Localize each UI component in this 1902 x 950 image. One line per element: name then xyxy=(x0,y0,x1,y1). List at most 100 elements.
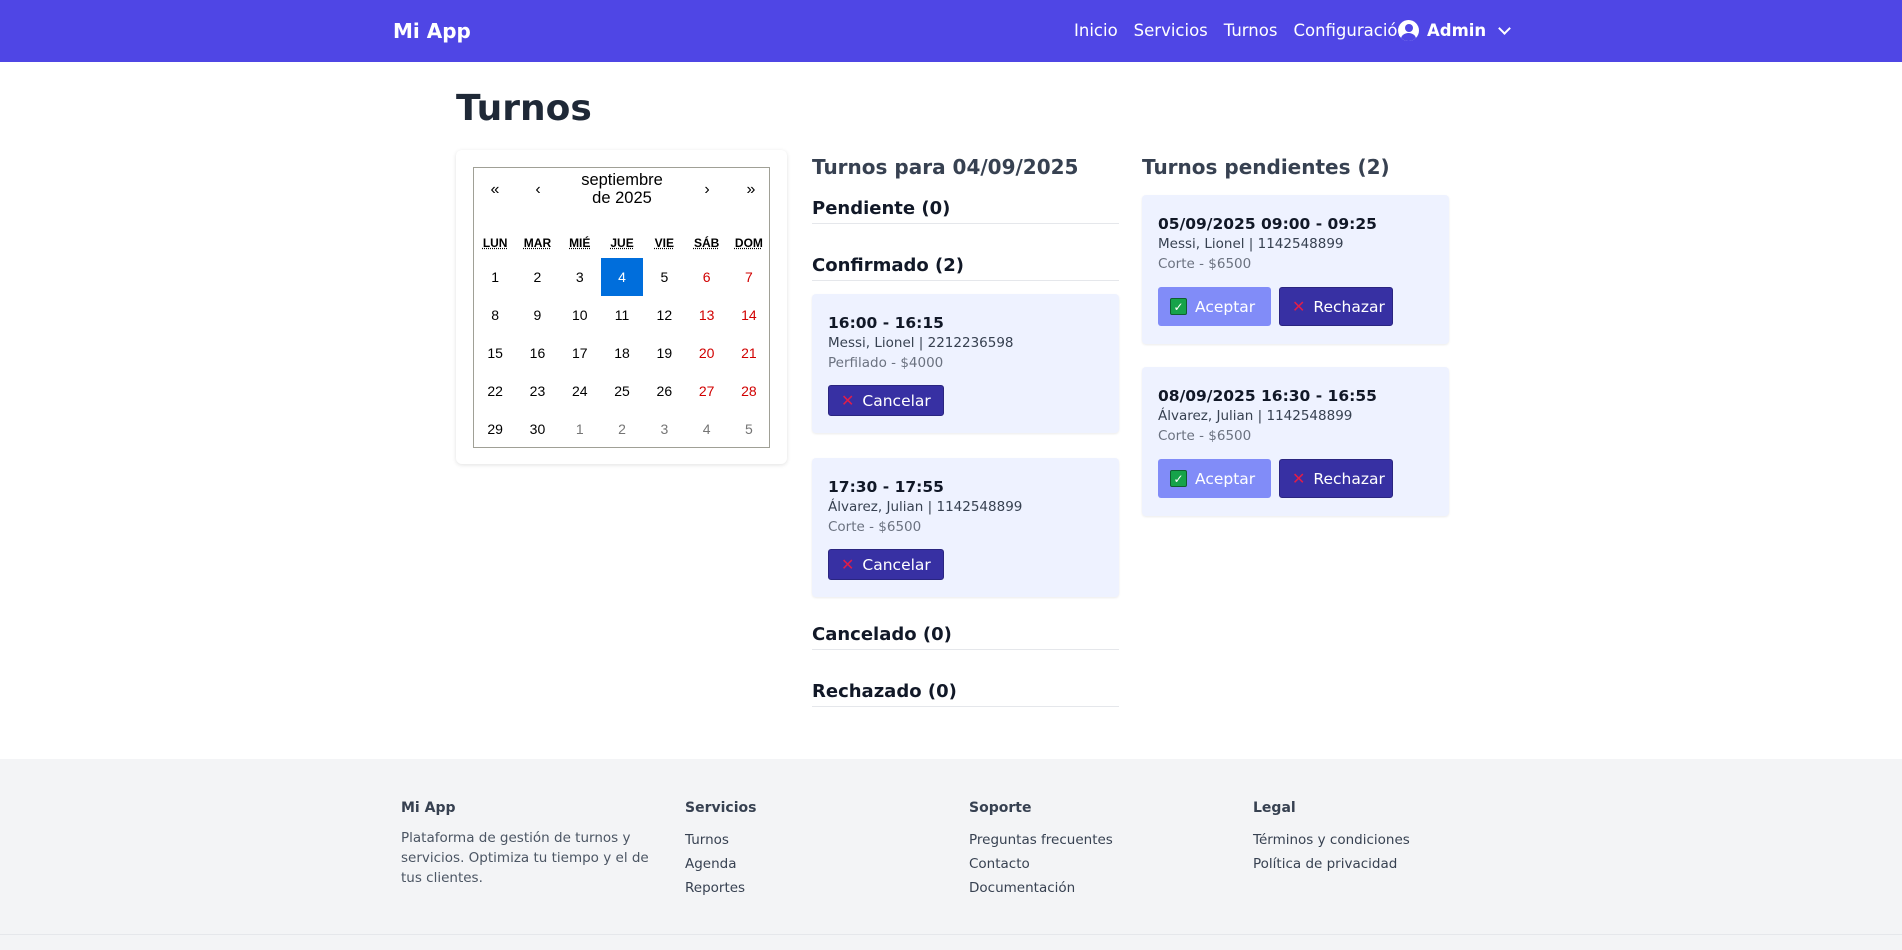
x-mark-icon: ✕ xyxy=(841,390,855,410)
calendar-days: 1 2 3 4 5 6 7 8 9 10 11 12 13 14 15 16 1… xyxy=(474,258,769,448)
footer-services: Servicios Turnos Agenda Reportes xyxy=(685,800,756,900)
calendar-day[interactable]: 2 xyxy=(516,258,558,296)
appointment-service: Corte - $6500 xyxy=(1158,256,1252,272)
calendar-day[interactable]: 16 xyxy=(516,334,558,372)
cancel-button[interactable]: ✕ Cancelar xyxy=(828,549,944,580)
footer-link-documentacion[interactable]: Documentación xyxy=(969,876,1113,900)
calendar-day[interactable]: 28 xyxy=(728,372,770,410)
calendar-day[interactable]: 9 xyxy=(516,296,558,334)
footer-about: Mi App Plataforma de gestión de turnos y… xyxy=(401,800,651,888)
calendar-day[interactable]: 23 xyxy=(516,372,558,410)
appointment-service: Corte - $6500 xyxy=(828,519,922,535)
footer-link-privacidad[interactable]: Política de privacidad xyxy=(1253,852,1410,876)
cancel-button[interactable]: ✕ Cancelar xyxy=(828,385,944,416)
reject-button-label: Rechazar xyxy=(1313,297,1385,316)
next-month-button[interactable]: › xyxy=(692,176,722,204)
section-rejected: Rechazado (0) xyxy=(812,681,1119,707)
accept-button[interactable]: ✓ Aceptar xyxy=(1158,287,1271,326)
appointment-time: 08/09/2025 16:30 - 16:55 xyxy=(1158,387,1377,405)
calendar-day[interactable]: 1 xyxy=(474,258,516,296)
calendar-day-next-month[interactable]: 4 xyxy=(685,410,727,448)
calendar-day[interactable]: 17 xyxy=(559,334,601,372)
footer-link-faq[interactable]: Preguntas frecuentes xyxy=(969,828,1113,852)
calendar-card: « ‹ septiembre de 2025 › » LUN MAR MIÉ J… xyxy=(456,150,787,464)
calendar-day[interactable]: 19 xyxy=(643,334,685,372)
calendar-day-next-month[interactable]: 3 xyxy=(643,410,685,448)
x-mark-icon: ✕ xyxy=(1292,468,1306,488)
calendar-day[interactable]: 29 xyxy=(474,410,516,448)
user-name: Admin xyxy=(1427,21,1487,40)
calendar-day[interactable]: 21 xyxy=(728,334,770,372)
calendar-day[interactable]: 24 xyxy=(559,372,601,410)
check-mark-icon: ✓ xyxy=(1170,470,1187,487)
calendar-day[interactable]: 30 xyxy=(516,410,558,448)
next-year-button[interactable]: » xyxy=(736,176,766,204)
page-title: Turnos xyxy=(456,88,592,129)
calendar-day[interactable]: 27 xyxy=(685,372,727,410)
footer-link-contacto[interactable]: Contacto xyxy=(969,852,1113,876)
calendar-day[interactable]: 13 xyxy=(685,296,727,334)
calendar-day[interactable]: 8 xyxy=(474,296,516,334)
footer-link-terminos[interactable]: Términos y condiciones xyxy=(1253,828,1410,852)
pending-appointment-card: 08/09/2025 16:30 - 16:55 Álvarez, Julian… xyxy=(1142,367,1449,516)
nav-link-inicio[interactable]: Inicio xyxy=(1074,21,1118,40)
appointment-card: 16:00 - 16:15 Messi, Lionel | 2212236598… xyxy=(812,294,1119,433)
calendar-weekdays: LUN MAR MIÉ JUE VIE SÁB DOM xyxy=(474,236,769,250)
reject-button[interactable]: ✕ Rechazar xyxy=(1279,287,1393,326)
page-footer xyxy=(0,759,1902,950)
weekday-label: DOM xyxy=(734,236,763,250)
weekday-label: MIÉ xyxy=(569,236,591,250)
calendar-day[interactable]: 15 xyxy=(474,334,516,372)
nav-link-servicios[interactable]: Servicios xyxy=(1134,21,1208,40)
calendar-navigation: « ‹ septiembre de 2025 › » xyxy=(474,168,769,212)
calendar: « ‹ septiembre de 2025 › » LUN MAR MIÉ J… xyxy=(473,167,770,448)
appointment-client: Messi, Lionel | 2212236598 xyxy=(828,335,1014,351)
brand-logo[interactable]: Mi App xyxy=(393,19,471,43)
calendar-day[interactable]: 5 xyxy=(643,258,685,296)
section-cancelled: Cancelado (0) xyxy=(812,624,1119,650)
nav-link-configuracion[interactable]: Configuración xyxy=(1293,21,1408,40)
reject-button[interactable]: ✕ Rechazar xyxy=(1279,459,1393,498)
calendar-day[interactable]: 25 xyxy=(601,372,643,410)
user-menu-button[interactable]: Admin xyxy=(1398,20,1512,41)
calendar-day[interactable]: 6 xyxy=(685,258,727,296)
calendar-day[interactable]: 10 xyxy=(559,296,601,334)
section-pending: Pendiente (0) xyxy=(812,198,1119,224)
footer-link-turnos[interactable]: Turnos xyxy=(685,828,756,852)
calendar-day[interactable]: 12 xyxy=(643,296,685,334)
calendar-day-next-month[interactable]: 1 xyxy=(559,410,601,448)
calendar-day[interactable]: 11 xyxy=(601,296,643,334)
calendar-day[interactable]: 22 xyxy=(474,372,516,410)
calendar-day[interactable]: 3 xyxy=(559,258,601,296)
nav-link-turnos[interactable]: Turnos xyxy=(1224,21,1278,40)
calendar-day[interactable]: 26 xyxy=(643,372,685,410)
top-navbar: Mi App Inicio Servicios Turnos Configura… xyxy=(0,0,1902,62)
calendar-day[interactable]: 20 xyxy=(685,334,727,372)
x-mark-icon: ✕ xyxy=(1292,296,1306,316)
weekday-label: JUE xyxy=(610,236,634,250)
prev-year-button[interactable]: « xyxy=(480,176,510,204)
appointment-card: 17:30 - 17:55 Álvarez, Julian | 11425488… xyxy=(812,458,1119,597)
appointment-time: 05/09/2025 09:00 - 09:25 xyxy=(1158,215,1377,233)
calendar-day-next-month[interactable]: 5 xyxy=(728,410,770,448)
footer-link-agenda[interactable]: Agenda xyxy=(685,852,756,876)
appointment-time: 16:00 - 16:15 xyxy=(828,314,944,332)
footer-support-title: Soporte xyxy=(969,800,1032,816)
accept-button[interactable]: ✓ Aceptar xyxy=(1158,459,1271,498)
calendar-day[interactable]: 14 xyxy=(728,296,770,334)
footer-link-reportes[interactable]: Reportes xyxy=(685,876,756,900)
appointment-service: Corte - $6500 xyxy=(1158,428,1252,444)
accept-button-label: Aceptar xyxy=(1195,469,1256,488)
calendar-day[interactable]: 7 xyxy=(728,258,770,296)
calendar-month-label[interactable]: septiembre de 2025 xyxy=(570,171,674,207)
weekday-label: VIE xyxy=(654,236,674,250)
calendar-day-selected[interactable]: 4 xyxy=(600,258,644,296)
section-confirmed: Confirmado (2) xyxy=(812,255,1119,281)
appointment-service: Perfilado - $4000 xyxy=(828,355,944,371)
weekday-label: MAR xyxy=(523,236,552,250)
calendar-day[interactable]: 18 xyxy=(601,334,643,372)
footer-legal-title: Legal xyxy=(1253,800,1296,816)
calendar-day-next-month[interactable]: 2 xyxy=(601,410,643,448)
cancel-button-label: Cancelar xyxy=(862,555,931,574)
prev-month-button[interactable]: ‹ xyxy=(523,176,553,204)
